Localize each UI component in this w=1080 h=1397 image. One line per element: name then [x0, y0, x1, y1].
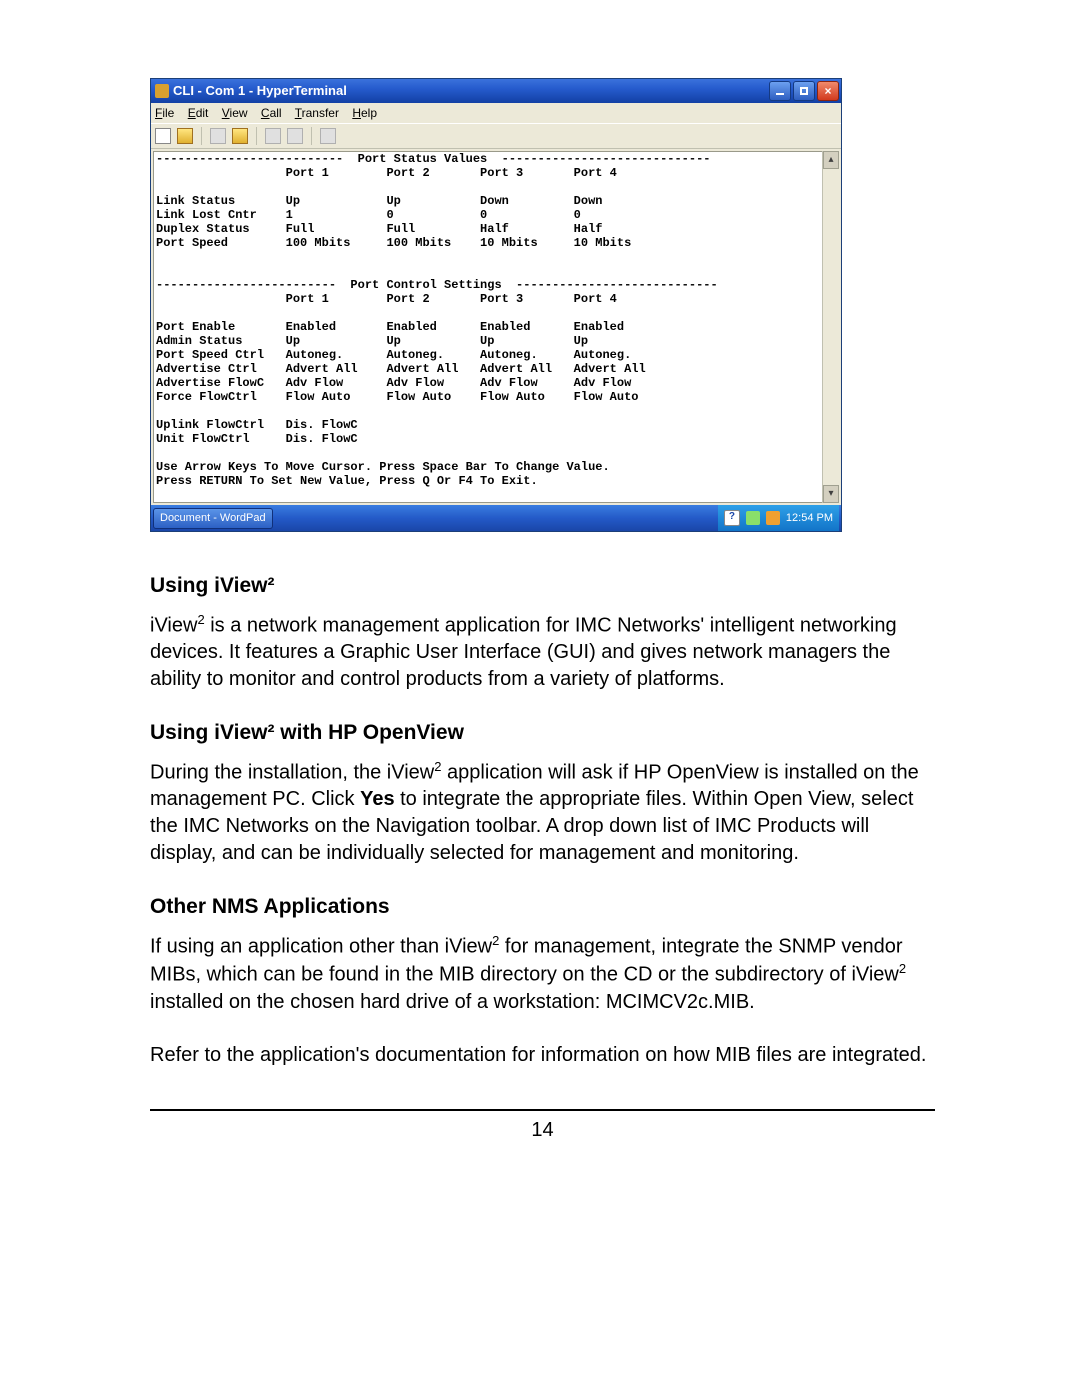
terminal-output[interactable]: -------------------------- Port Status V… — [153, 151, 839, 503]
paragraph-mib-doc: Refer to the application's documentation… — [150, 1042, 935, 1069]
heading-iview-openview: Using iView² with HP OpenView — [150, 719, 935, 747]
tray-help-icon[interactable]: ? — [724, 510, 740, 526]
menu-help[interactable]: Help — [352, 106, 377, 120]
text-bold-yes: Yes — [360, 788, 394, 810]
terminal-wrapper: -------------------------- Port Status V… — [151, 149, 841, 505]
heading-other-nms: Other NMS Applications — [150, 893, 935, 921]
superscript-2: 2 — [899, 961, 906, 976]
scroll-up-icon[interactable]: ▴ — [823, 151, 839, 169]
disconnect-icon[interactable] — [232, 128, 248, 144]
toolbar-separator — [256, 127, 257, 145]
close-button[interactable]: × — [817, 81, 839, 101]
menu-edit[interactable]: Edit — [188, 106, 209, 120]
text: iView — [150, 614, 197, 636]
taskbar: Document - WordPad ? 12:54 PM — [151, 505, 841, 531]
paragraph-openview: During the installation, the iView2 appl… — [150, 758, 935, 868]
properties-icon[interactable] — [320, 128, 336, 144]
call-icon[interactable] — [210, 128, 226, 144]
window-title: CLI - Com 1 - HyperTerminal — [173, 82, 769, 100]
tray-app-icon[interactable] — [766, 511, 780, 525]
paragraph-other-nms: If using an application other than iView… — [150, 932, 935, 1016]
open-icon[interactable] — [177, 128, 193, 144]
scrollbar[interactable]: ▴ ▾ — [822, 151, 839, 503]
maximize-button[interactable] — [793, 81, 815, 101]
tray-clock: 12:54 PM — [786, 511, 833, 526]
receive-icon[interactable] — [287, 128, 303, 144]
hyperterminal-icon — [155, 84, 169, 98]
document-page: CLI - Com 1 - HyperTerminal × File Edit … — [0, 0, 1080, 1397]
window-buttons: × — [769, 81, 839, 101]
scroll-down-icon[interactable]: ▾ — [823, 485, 839, 503]
toolbar-separator — [201, 127, 202, 145]
tray-status-icon[interactable] — [746, 511, 760, 525]
heading-using-iview: Using iView² — [150, 572, 935, 600]
toolbar-separator — [311, 127, 312, 145]
page-rule — [150, 1109, 935, 1111]
system-tray: ? 12:54 PM — [718, 505, 839, 531]
taskbar-item-wordpad[interactable]: Document - WordPad — [153, 508, 273, 529]
text: If using an application other than iView — [150, 935, 492, 957]
menu-bar: File Edit View Call Transfer Help — [151, 103, 841, 123]
send-icon[interactable] — [265, 128, 281, 144]
hyperterminal-window: CLI - Com 1 - HyperTerminal × File Edit … — [150, 78, 842, 532]
text: installed on the chosen hard drive of a … — [150, 991, 755, 1013]
paragraph-iview-desc: iView2 is a network management applicati… — [150, 611, 935, 694]
menu-call[interactable]: Call — [261, 106, 282, 120]
menu-file[interactable]: File — [155, 106, 174, 120]
text: is a network management application for … — [150, 614, 897, 690]
new-icon[interactable] — [155, 128, 171, 144]
menu-view[interactable]: View — [222, 106, 248, 120]
toolbar — [151, 123, 841, 149]
superscript-2: 2 — [197, 612, 204, 627]
window-titlebar: CLI - Com 1 - HyperTerminal × — [151, 79, 841, 103]
minimize-button[interactable] — [769, 81, 791, 101]
page-number: 14 — [150, 1117, 935, 1144]
menu-transfer[interactable]: Transfer — [295, 106, 339, 120]
text: During the installation, the iView — [150, 761, 434, 783]
